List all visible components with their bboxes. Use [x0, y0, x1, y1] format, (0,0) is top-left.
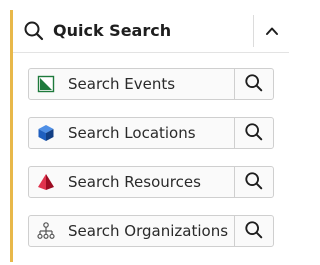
search-icon [245, 172, 263, 190]
search-icon [245, 221, 263, 239]
search-resources-label: Search Resources [68, 173, 201, 191]
search-events-button[interactable]: Search Events [29, 69, 234, 99]
search-events-label: Search Events [68, 75, 176, 93]
locations-cube-icon [38, 125, 54, 141]
resources-pyramid-icon [38, 174, 54, 190]
search-resources-row: Search Resources [28, 166, 274, 198]
search-organizations-button[interactable]: Search Organizations [29, 216, 234, 246]
search-locations-row: Search Locations [28, 117, 274, 149]
search-locations-go-button[interactable] [235, 118, 273, 148]
search-locations-label: Search Locations [68, 124, 196, 142]
search-icon [24, 21, 44, 41]
quick-search-title: Quick Search [53, 21, 172, 40]
organizations-hierarchy-icon [37, 222, 55, 239]
events-icon [37, 75, 55, 93]
search-locations-button[interactable]: Search Locations [29, 118, 234, 148]
quick-search-header: Quick Search [13, 10, 289, 53]
search-organizations-go-button[interactable] [235, 216, 273, 246]
search-resources-go-button[interactable] [235, 167, 273, 197]
search-events-row: Search Events [28, 68, 274, 100]
search-organizations-row: Search Organizations [28, 215, 274, 247]
search-events-go-button[interactable] [235, 69, 273, 99]
chevron-up-icon [266, 27, 278, 35]
search-resources-button[interactable]: Search Resources [29, 167, 234, 197]
quick-search-panel: Quick Search Search Events Search Locati… [10, 10, 289, 262]
search-icon [245, 123, 263, 141]
search-icon [245, 74, 263, 92]
search-organizations-label: Search Organizations [68, 222, 229, 240]
collapse-button[interactable] [254, 10, 289, 52]
